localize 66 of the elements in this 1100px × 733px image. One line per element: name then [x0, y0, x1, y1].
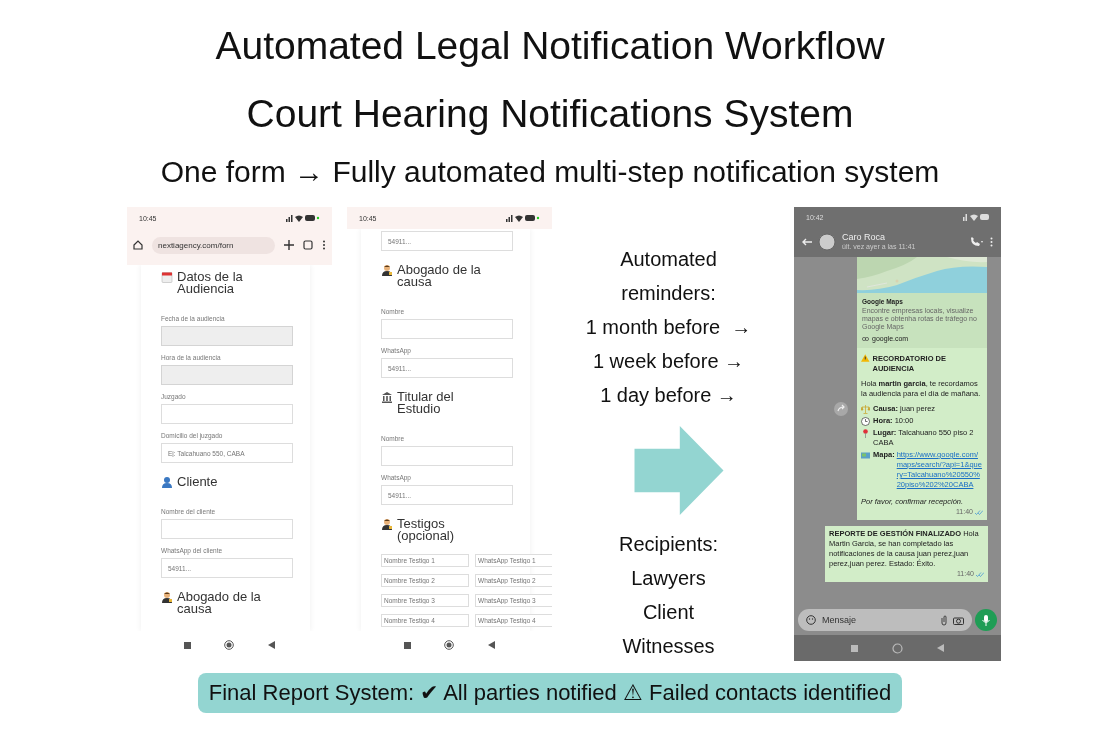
camera-icon[interactable]: [953, 615, 964, 625]
section-heading: Datos de la Audiencia: [177, 271, 244, 295]
section-heading: Titular del Estudio: [397, 391, 455, 415]
menu-icon[interactable]: [322, 240, 326, 250]
url-field[interactable]: nextiagency.com/forn: [152, 236, 275, 254]
section-heading: Abogado de la causa: [177, 591, 262, 615]
person-icon: [161, 476, 173, 488]
recipients-heading: Recipients:: [619, 532, 718, 557]
section-heading: Abogado de la causa: [397, 264, 482, 288]
recipient-label: Lawyers: [631, 566, 706, 591]
picker-field[interactable]: [161, 365, 293, 385]
scales-icon: [861, 405, 870, 414]
read-ticks-icon: [975, 509, 983, 515]
summary-banner: Final Report System: ✔ All parties notified ⚠ Failed contacts identified: [197, 673, 903, 713]
reminder-label: 1 week before →: [592, 349, 745, 374]
recipient-label: Witnesses: [622, 634, 715, 659]
pin-icon: [861, 429, 870, 438]
tabs-icon[interactable]: [303, 240, 313, 250]
home-button-icon[interactable]: [444, 640, 455, 650]
person-icon: [381, 518, 393, 530]
link-icon: [862, 337, 869, 341]
microphone-icon: [982, 614, 990, 626]
reminder-label: 1 day before →: [600, 383, 737, 408]
person-icon: [381, 264, 393, 276]
back-icon[interactable]: [488, 641, 496, 649]
reminders-heading: reminders:: [621, 281, 716, 306]
contact-name: Caro Roca: [842, 232, 887, 242]
warning-icon: [861, 354, 870, 362]
section-heading: Testigos (opcional): [397, 518, 456, 542]
microphone-button[interactable]: [975, 609, 997, 631]
status-icons-icon: [506, 214, 540, 222]
bank-icon: [381, 391, 393, 403]
read-ticks-icon: [976, 571, 984, 577]
message-field[interactable]: Mensaje: [822, 615, 935, 625]
forward-icon[interactable]: [834, 402, 848, 416]
call-icon[interactable]: [970, 237, 984, 247]
back-icon[interactable]: [268, 641, 276, 649]
home-icon[interactable]: [133, 240, 143, 250]
home-button-icon[interactable]: [224, 640, 235, 650]
slide-title: Automated Legal Notification Workflow: [215, 23, 885, 69]
plus-icon[interactable]: [284, 240, 294, 250]
slide-title: Court Hearing Notifications System: [246, 91, 854, 137]
picker-field[interactable]: [161, 326, 293, 346]
calendar-icon: [161, 271, 173, 283]
reminder-label: 1 month before →: [585, 315, 752, 340]
text-field[interactable]: [381, 319, 513, 339]
attach-icon[interactable]: [941, 614, 947, 626]
sticker-icon[interactable]: [806, 615, 816, 625]
menu-icon[interactable]: [990, 237, 993, 247]
text-field[interactable]: [161, 519, 293, 539]
section-heading: Cliente: [177, 476, 219, 488]
slide-subtitle: One form → Fully automated multi-step notification system: [160, 154, 940, 190]
clock-icon: [861, 417, 870, 426]
recipient-label: Client: [642, 600, 695, 625]
back-arrow-icon[interactable]: [802, 238, 812, 246]
map-icon: [861, 451, 870, 460]
text-field[interactable]: [161, 404, 293, 424]
recents-icon[interactable]: [403, 641, 411, 649]
message-field[interactable]: Mensaje: [798, 609, 972, 631]
avatar-icon[interactable]: [818, 233, 836, 251]
person-icon: [161, 591, 173, 603]
status-icons-icon: [286, 214, 320, 222]
text-field[interactable]: [381, 446, 513, 466]
recents-icon[interactable]: [183, 641, 191, 649]
status-icons-icon: [963, 213, 989, 221]
reminders-heading: Automated: [620, 247, 717, 272]
